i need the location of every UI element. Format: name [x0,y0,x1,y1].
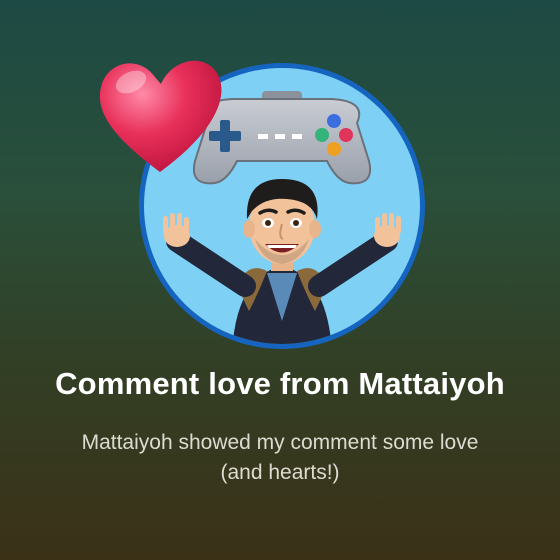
notification-card: Comment love from Mattaiyoh Mattaiyoh sh… [0,0,560,560]
notification-title: Comment love from Mattaiyoh [55,366,505,401]
heart-icon [93,52,228,177]
notification-message: Mattaiyoh showed my comment some love (a… [81,431,479,484]
